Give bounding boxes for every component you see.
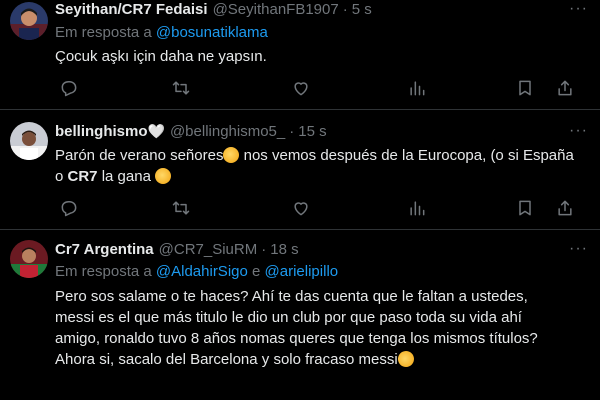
bold-mention-text: CR7 — [67, 168, 98, 185]
avatar[interactable] — [10, 122, 48, 160]
tweet[interactable]: Seyithan/CR7 Fedaisi @SeyithanFB1907 · 5… — [0, 0, 600, 110]
tweet-header: Seyithan/CR7 Fedaisi @SeyithanFB1907 · 5… — [55, 1, 372, 18]
reply-context: Em resposta a @bosunatiklama — [55, 24, 268, 41]
display-name[interactable]: bellinghismo — [55, 123, 148, 140]
display-name[interactable]: Seyithan/CR7 Fedaisi — [55, 1, 208, 18]
share-icon[interactable] — [555, 78, 575, 98]
user-handle[interactable]: @SeyithanFB1907 — [213, 1, 339, 18]
timeline-feed: Seyithan/CR7 Fedaisi @SeyithanFB1907 · 5… — [0, 0, 600, 400]
avatar[interactable] — [10, 2, 48, 40]
retweet-icon[interactable] — [171, 78, 191, 98]
reply-icon[interactable] — [59, 78, 79, 98]
tweet-actions — [55, 198, 590, 218]
user-handle[interactable]: @CR7_SiuRM — [159, 241, 258, 258]
timestamp[interactable]: 5 s — [352, 1, 372, 18]
timestamp[interactable]: 15 s — [298, 123, 326, 140]
separator-dot: · — [261, 241, 267, 258]
tweet-header: Cr7 Argentina @CR7_SiuRM · 18 s — [55, 241, 299, 258]
separator-dot: · — [342, 1, 348, 18]
tweet-header: bellinghismo 🤍 @bellinghismo5_ · 15 s — [55, 123, 327, 140]
separator-dot: · — [289, 123, 295, 140]
tweet-text: Çocuk aşkı için daha ne yapsın. — [55, 48, 267, 65]
timestamp[interactable]: 18 s — [270, 241, 298, 258]
text-segment: la gana — [97, 168, 156, 185]
like-icon[interactable] — [291, 78, 311, 98]
reply-to-mention[interactable]: @arielipillo — [265, 263, 339, 280]
text-segment: Parón de verano señores — [55, 147, 224, 164]
user-handle[interactable]: @bellinghismo5_ — [170, 123, 285, 140]
more-options-icon[interactable]: ··· — [569, 240, 588, 258]
views-icon[interactable] — [407, 78, 427, 98]
reply-to-mention[interactable]: @bosunatiklama — [156, 24, 268, 41]
tweet[interactable]: Cr7 Argentina @CR7_SiuRM · 18 s ··· Em r… — [0, 230, 600, 400]
tweet-text: Pero sos salame o te haces? Ahí te das c… — [55, 286, 545, 370]
reply-to-mention[interactable]: @AldahirSigo — [156, 263, 248, 280]
reply-prefix: Em resposta a — [55, 24, 152, 41]
like-icon[interactable] — [291, 198, 311, 218]
views-icon[interactable] — [407, 198, 427, 218]
reply-conjunction: e — [252, 263, 261, 280]
more-options-icon[interactable]: ··· — [569, 0, 588, 18]
retweet-icon[interactable] — [171, 198, 191, 218]
share-icon[interactable] — [555, 198, 575, 218]
rolling-on-the-floor-laughing-emoji-icon — [395, 348, 417, 370]
saluting-face-emoji-icon — [223, 147, 240, 163]
tweet-actions — [55, 78, 590, 98]
bookmark-icon[interactable] — [515, 78, 535, 98]
avatar[interactable] — [10, 240, 48, 278]
reply-icon[interactable] — [59, 198, 79, 218]
heart-emoji: 🤍 — [147, 123, 165, 139]
tweet[interactable]: bellinghismo 🤍 @bellinghismo5_ · 15 s ··… — [0, 110, 600, 230]
text-segment: Pero sos salame o te haces? Ahí te das c… — [55, 288, 538, 368]
more-options-icon[interactable]: ··· — [569, 122, 588, 140]
reply-context: Em resposta a @AldahirSigo e @arielipill… — [55, 263, 338, 280]
bookmark-icon[interactable] — [515, 198, 535, 218]
display-name[interactable]: Cr7 Argentina — [55, 241, 154, 258]
relieved-face-emoji-icon — [155, 168, 172, 184]
reply-prefix: Em resposta a — [55, 263, 152, 280]
tweet-text: Parón de verano señores nos vemos despué… — [55, 145, 575, 187]
